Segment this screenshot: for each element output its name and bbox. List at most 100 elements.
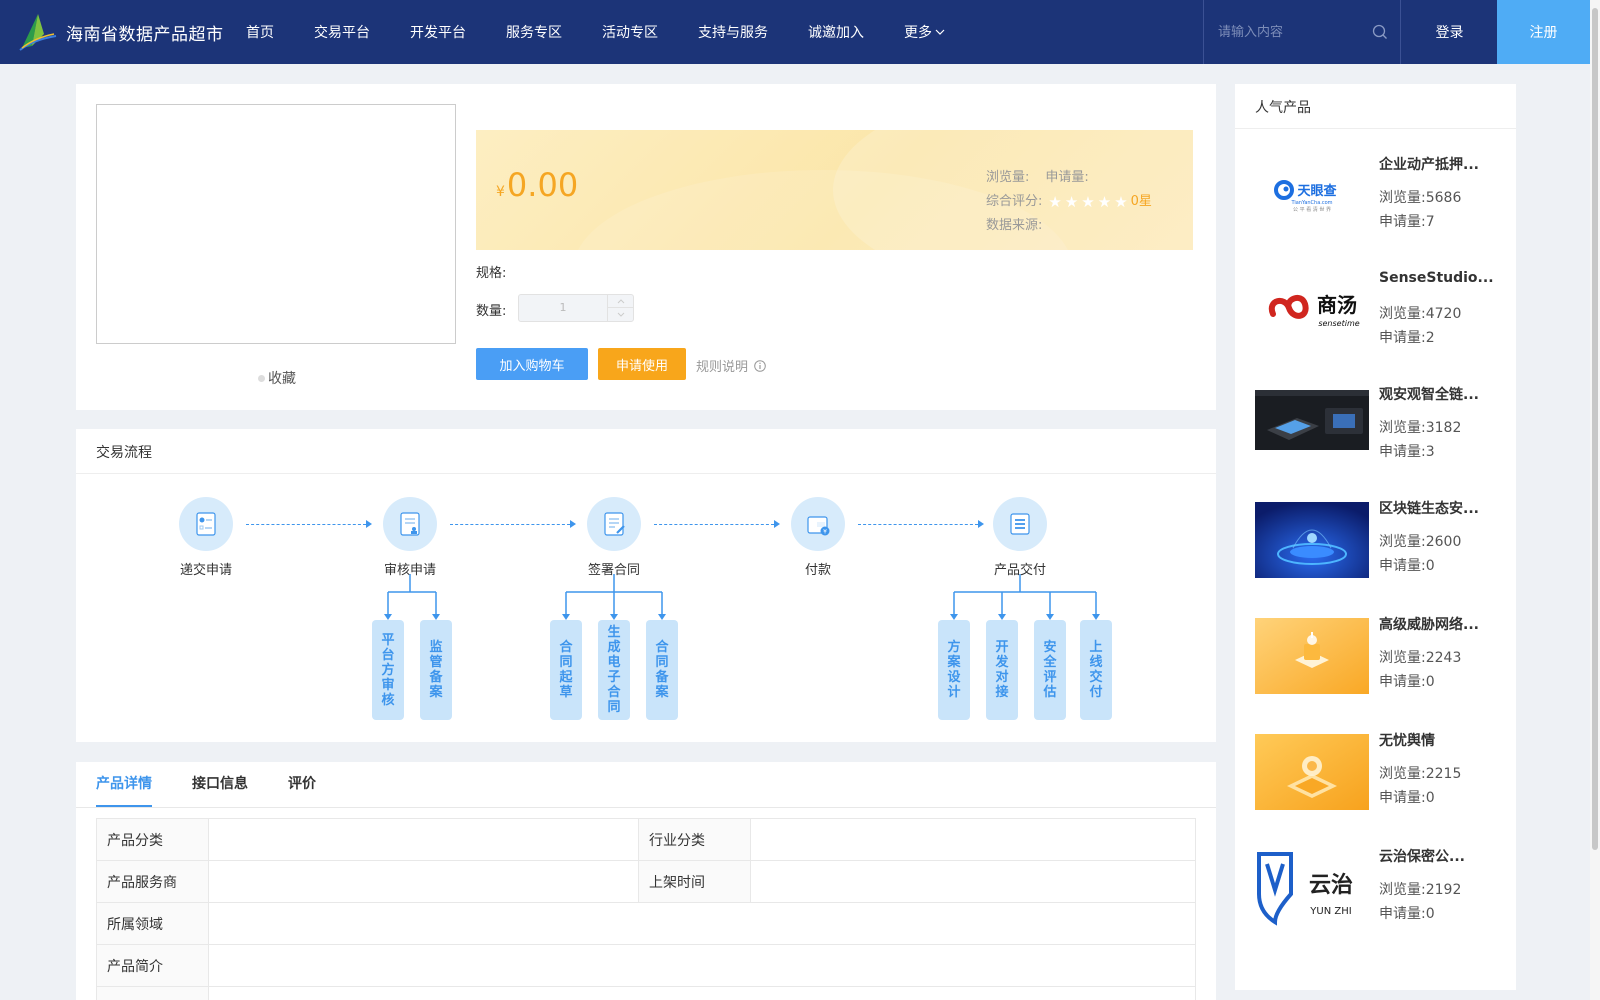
table-label: 产品服务商 <box>96 860 209 903</box>
star-icon: ★ <box>1081 192 1095 211</box>
popular-product-name[interactable]: 云治保密公... <box>1379 846 1503 866</box>
popular-product-item[interactable]: 区块链生态安... 浏览量:2600 申请量:0 <box>1255 498 1505 598</box>
nav-item-activities[interactable]: 活动专区 <box>602 22 658 42</box>
rules-link[interactable]: 规则说明 <box>696 356 766 375</box>
popular-product-item[interactable]: 高级威胁网络... 浏览量:2243 申请量:0 <box>1255 614 1505 714</box>
substep-platform-review: 平台方审核 <box>372 620 404 720</box>
scrollbar-thumb[interactable] <box>1592 8 1598 850</box>
site-title[interactable]: 海南省数据产品超市 <box>66 20 224 45</box>
tab-api-info[interactable]: 接口信息 <box>192 762 248 807</box>
views-count: 4720 <box>1425 306 1462 322</box>
substep-security-assessment: 安全评估 <box>1034 620 1066 720</box>
main-nav: 首页 交易平台 开发平台 服务专区 活动专区 支持与服务 诚邀加入 更多 <box>246 0 985 64</box>
nav-item-development[interactable]: 开发平台 <box>410 22 466 42</box>
popular-product-name[interactable]: SenseStudio... <box>1379 270 1503 286</box>
nav-item-services[interactable]: 服务专区 <box>506 22 562 42</box>
popular-product-item[interactable]: 观安观智全链... 浏览量:3182 申请量:3 <box>1255 384 1505 484</box>
views-count: 3182 <box>1425 420 1462 436</box>
substep-label: 合同备案 <box>655 640 669 700</box>
favorite-label: 收藏 <box>268 371 296 387</box>
popular-product-name[interactable]: 区块链生态安... <box>1379 498 1503 518</box>
popular-product-item[interactable]: 天眼查 TianYanCha.com 公 平 看 清 世 界 企业动产抵押...… <box>1255 154 1505 254</box>
chevron-down-icon <box>617 312 624 317</box>
contract-sign-icon <box>587 497 641 551</box>
tab-product-details[interactable]: 产品详情 <box>96 762 152 807</box>
popular-product-item[interactable]: 商汤 sensetime SenseStudio... 浏览量:4720 申请量… <box>1255 270 1505 370</box>
applies-label: 申请量: <box>1379 558 1426 574</box>
data-source-label: 数据来源: <box>986 218 1043 233</box>
step-label: 递交申请 <box>179 563 232 578</box>
popular-product-name[interactable]: 观安观智全链... <box>1379 384 1503 404</box>
top-navbar: 海南省数据产品超市 首页 交易平台 开发平台 服务专区 活动专区 支持与服务 诚… <box>0 0 1590 64</box>
product-info-table: 产品分类 行业分类 产品服务商 上架时间 所属领域 产品简介 <box>96 818 1196 1000</box>
register-button[interactable]: 注册 <box>1497 0 1590 64</box>
quantity-decrease-button[interactable] <box>607 308 633 321</box>
favorite-button[interactable]: 收藏 <box>258 368 296 388</box>
views-label: 浏览量: <box>1379 882 1426 898</box>
tab-reviews[interactable]: 评价 <box>288 762 316 807</box>
popular-product-item[interactable]: 云治 YUN ZHI 云治保密公... 浏览量:2192 申请量:0 <box>1255 846 1505 946</box>
applies-label: 申请量: <box>1379 790 1426 806</box>
site-logo[interactable] <box>18 12 58 52</box>
nav-item-trading[interactable]: 交易平台 <box>314 22 370 42</box>
blockchain-platform-image <box>1255 502 1369 578</box>
dashboard-device-image <box>1255 390 1369 450</box>
substep-dev-integration: 开发对接 <box>986 620 1018 720</box>
chevron-down-icon <box>935 29 945 35</box>
table-row: 所属领域 <box>96 902 1196 945</box>
star-icon: ★ <box>1048 192 1062 211</box>
applies-label: 申请量: <box>1379 906 1426 922</box>
substep-regulatory-filing: 监管备案 <box>420 620 452 720</box>
views-label: 浏览量: <box>1379 420 1426 436</box>
popular-product-name[interactable]: 高级威胁网络... <box>1379 614 1503 634</box>
search-box <box>1203 0 1401 64</box>
chevron-up-icon <box>617 298 624 303</box>
currency-symbol: ¥ <box>496 184 505 200</box>
apply-use-button[interactable]: 申请使用 <box>598 348 686 380</box>
views-label: 浏览量: <box>1379 306 1426 322</box>
quantity-input[interactable]: 1 <box>519 295 607 321</box>
applies-count: 0 <box>1425 790 1435 806</box>
views-label: 浏览量: <box>1379 766 1426 782</box>
process-step-review: 审核申请 <box>360 497 460 578</box>
popular-products-sidebar: 人气产品 天眼查 TianYanCha.com 公 平 看 清 世 界 企业动产… <box>1235 84 1516 990</box>
views-count: 2215 <box>1425 766 1462 782</box>
substep-label: 合同起草 <box>559 640 573 700</box>
spec-label: 规格: <box>476 266 507 281</box>
star-icon: ★ <box>1097 192 1112 211</box>
substep-e-contract: 生成电子合同 <box>598 620 630 720</box>
applies-count: 3 <box>1425 444 1435 460</box>
views-count: 5686 <box>1425 190 1462 206</box>
applies-count: 2 <box>1425 330 1435 346</box>
favorite-icon <box>258 374 265 382</box>
table-value <box>208 902 1196 945</box>
login-button[interactable]: 登录 <box>1402 0 1497 64</box>
rating-value: 0星 <box>1130 194 1152 209</box>
popular-product-name[interactable]: 企业动产抵押... <box>1379 154 1503 174</box>
views-label: 浏览量: <box>986 170 1030 185</box>
table-value <box>750 818 1196 861</box>
substep-label: 平台方审核 <box>381 632 395 708</box>
rules-label: 规则说明 <box>696 360 749 375</box>
tianyancha-logo: 天眼查 TianYanCha.com 公 平 看 清 世 界 <box>1255 158 1369 234</box>
nav-item-support[interactable]: 支持与服务 <box>698 22 768 42</box>
svg-text:公 平 看 清 世 界: 公 平 看 清 世 界 <box>1293 206 1331 213</box>
table-label: 产品分类 <box>96 818 209 861</box>
search-icon[interactable] <box>1372 24 1388 40</box>
search-input[interactable] <box>1218 20 1368 44</box>
quantity-increase-button[interactable] <box>607 295 633 308</box>
nav-item-join[interactable]: 诚邀加入 <box>808 22 864 42</box>
add-to-cart-button[interactable]: 加入购物车 <box>476 348 588 380</box>
price: ¥ 0.00 <box>496 166 578 204</box>
info-icon <box>754 359 766 372</box>
popular-product-name[interactable]: 无忧舆情 <box>1379 730 1503 750</box>
applies-label: 申请量: <box>1045 170 1089 185</box>
applies-label: 申请量: <box>1379 330 1426 346</box>
substep-label: 安全评估 <box>1043 640 1057 700</box>
price-amount: 0.00 <box>506 166 579 204</box>
popular-product-item[interactable]: 无忧舆情 浏览量:2215 申请量:0 <box>1255 730 1505 830</box>
nav-item-more[interactable]: 更多 <box>904 22 945 42</box>
nav-item-home[interactable]: 首页 <box>246 22 274 42</box>
product-summary-card: 收藏 ¥ 0.00 浏览量: 申请量: 综合评分: ★ ★ ★ ★ ★ 0星 数… <box>76 84 1216 410</box>
step-label: 付款 <box>804 563 831 578</box>
